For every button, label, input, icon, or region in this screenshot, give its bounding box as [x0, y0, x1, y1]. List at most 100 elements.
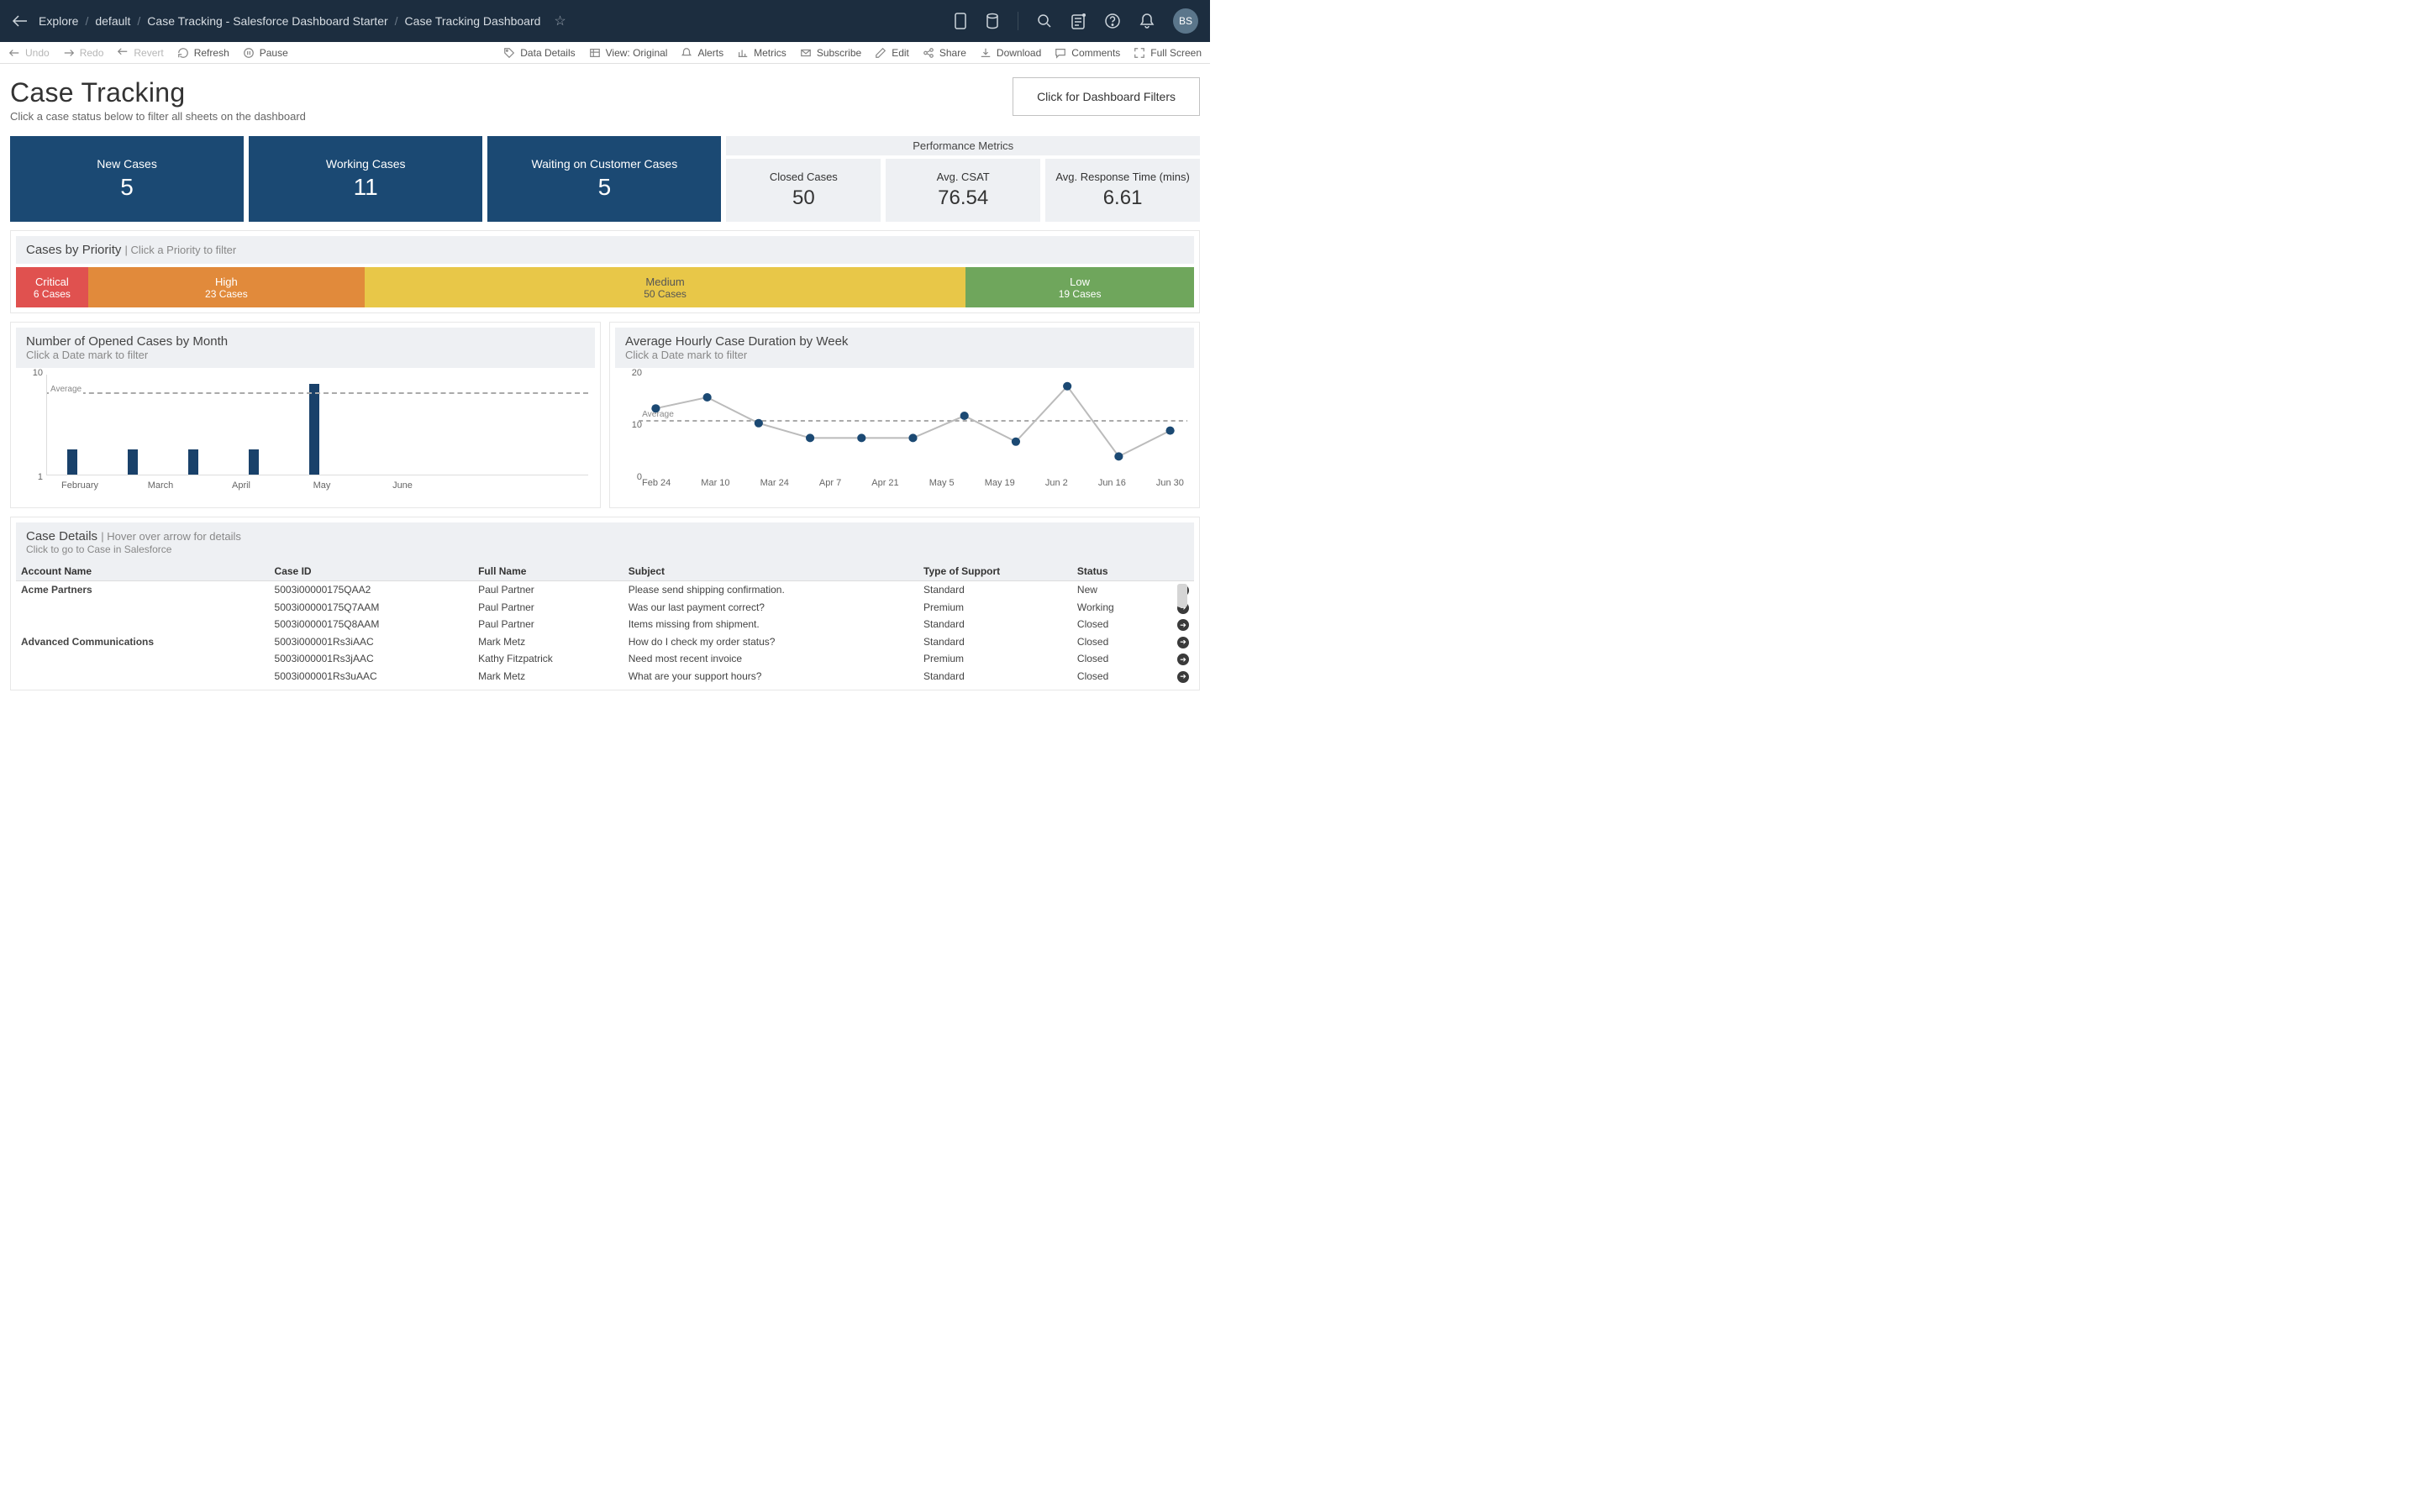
- list-icon[interactable]: [1071, 13, 1086, 29]
- table-row[interactable]: 5003i000001Rs3uAACMark MetzWhat are your…: [16, 668, 1194, 685]
- scrollbar-thumb[interactable]: [1177, 584, 1187, 607]
- edit-button[interactable]: Edit: [875, 47, 909, 59]
- back-button[interactable]: [12, 14, 29, 28]
- bar-February[interactable]: [67, 449, 77, 475]
- table-row[interactable]: 5003i00000175Q7AAMPaul PartnerWas our la…: [16, 599, 1194, 617]
- line-point[interactable]: [1165, 427, 1174, 435]
- metric-label: Closed Cases: [770, 171, 838, 183]
- help-icon[interactable]: [1104, 13, 1121, 29]
- revert-button[interactable]: Revert: [117, 47, 163, 59]
- case-details-panel: Case Details | Hover over arrow for deta…: [10, 517, 1200, 690]
- arrow-right-icon[interactable]: ➔: [1177, 619, 1189, 631]
- redo-icon: [63, 47, 75, 59]
- dashboard-filters-button[interactable]: Click for Dashboard Filters: [1013, 77, 1200, 116]
- crumb-default[interactable]: default: [95, 14, 130, 28]
- refresh-button[interactable]: Refresh: [177, 47, 229, 59]
- priority-low[interactable]: Low19 Cases: [965, 267, 1194, 307]
- tag-icon: [503, 47, 515, 59]
- line-point[interactable]: [651, 404, 660, 412]
- table-row[interactable]: 5003i00000175Q8AAMPaul PartnerItems miss…: [16, 616, 1194, 633]
- line-point[interactable]: [1012, 438, 1020, 446]
- priority-high[interactable]: High23 Cases: [88, 267, 365, 307]
- metric-value: 6.61: [1103, 186, 1143, 210]
- comment-icon: [1055, 47, 1066, 59]
- chart-hint: Click a Date mark to filter: [26, 349, 585, 361]
- data-details-button[interactable]: Data Details: [503, 47, 575, 59]
- col-header[interactable]: Type of Support: [918, 562, 1072, 581]
- download-icon: [980, 47, 992, 59]
- device-icon[interactable]: [954, 12, 967, 30]
- view-icon: [589, 47, 601, 59]
- status-card-new[interactable]: New Cases 5: [10, 136, 244, 222]
- month-chart-panel: Number of Opened Cases by Month Click a …: [10, 322, 601, 508]
- bell-icon[interactable]: [1139, 13, 1155, 29]
- arrow-right-icon[interactable]: ➔: [1177, 671, 1189, 683]
- col-header[interactable]: Full Name: [473, 562, 623, 581]
- priority-medium[interactable]: Medium50 Cases: [365, 267, 965, 307]
- fullscreen-button[interactable]: Full Screen: [1134, 47, 1202, 59]
- priority-critical[interactable]: Critical6 Cases: [16, 267, 88, 307]
- page-subtitle: Click a case status below to filter all …: [10, 110, 306, 123]
- metric-label: Avg. Response Time (mins): [1055, 171, 1189, 183]
- toolbar: Undo Redo Revert Refresh Pause Data Deta…: [0, 42, 1210, 64]
- col-header[interactable]: Subject: [623, 562, 918, 581]
- status-card-waiting[interactable]: Waiting on Customer Cases 5: [487, 136, 721, 222]
- line-point[interactable]: [908, 433, 917, 442]
- pause-icon: [243, 47, 255, 59]
- undo-button[interactable]: Undo: [8, 47, 50, 59]
- metric-value: 76.54: [938, 186, 988, 210]
- status-card-working[interactable]: Working Cases 11: [249, 136, 482, 222]
- line-point[interactable]: [703, 393, 712, 402]
- line-chart[interactable]: 20100 Average Feb 24Mar 10Mar 24Apr 7Apr…: [615, 368, 1194, 502]
- search-icon[interactable]: [1037, 13, 1052, 29]
- metric-card-closed[interactable]: Closed Cases 50: [726, 159, 881, 222]
- bar-March[interactable]: [128, 449, 138, 475]
- download-button[interactable]: Download: [980, 47, 1041, 59]
- bar-chart[interactable]: 101 Average FebruaryMarchAprilMayJune: [16, 368, 595, 502]
- redo-button[interactable]: Redo: [63, 47, 104, 59]
- chart-hint: Click a Date mark to filter: [625, 349, 1184, 361]
- table-row[interactable]: 5003i000001Rs3jAACKathy FitzpatrickNeed …: [16, 650, 1194, 668]
- line-point[interactable]: [755, 419, 763, 428]
- priority-header: Cases by Priority | Click a Priority to …: [16, 236, 1194, 264]
- pause-button[interactable]: Pause: [243, 47, 288, 59]
- status-card-value: 5: [598, 174, 612, 201]
- crumb-explore[interactable]: Explore: [39, 14, 78, 28]
- view-button[interactable]: View: Original: [589, 47, 668, 59]
- crumb-workbook[interactable]: Case Tracking - Salesforce Dashboard Sta…: [147, 14, 387, 28]
- line-point[interactable]: [960, 412, 969, 420]
- subscribe-button[interactable]: Subscribe: [800, 47, 861, 59]
- chart-title: Number of Opened Cases by Month: [26, 334, 585, 349]
- bar-April[interactable]: [188, 449, 198, 475]
- week-chart-panel: Average Hourly Case Duration by Week Cli…: [609, 322, 1200, 508]
- avatar[interactable]: BS: [1173, 8, 1198, 34]
- undo-icon: [8, 47, 20, 59]
- col-header[interactable]: Status: [1072, 562, 1155, 581]
- col-header[interactable]: Case ID: [270, 562, 474, 581]
- avatar-initials: BS: [1179, 15, 1192, 27]
- line-point[interactable]: [1063, 382, 1071, 391]
- metric-card-csat[interactable]: Avg. CSAT 76.54: [886, 159, 1040, 222]
- comments-button[interactable]: Comments: [1055, 47, 1120, 59]
- col-header[interactable]: Account Name: [16, 562, 270, 581]
- metric-card-response[interactable]: Avg. Response Time (mins) 6.61: [1045, 159, 1200, 222]
- share-icon: [923, 47, 934, 59]
- line-point[interactable]: [857, 433, 865, 442]
- favorite-star-icon[interactable]: ☆: [554, 13, 566, 29]
- table-row[interactable]: Advanced Communications5003i000001Rs3iAA…: [16, 633, 1194, 651]
- arrow-right-icon[interactable]: ➔: [1177, 654, 1189, 665]
- share-button[interactable]: Share: [923, 47, 966, 59]
- status-card-label: Waiting on Customer Cases: [531, 157, 677, 171]
- bar-June[interactable]: [309, 384, 319, 475]
- bar-May[interactable]: [249, 449, 259, 475]
- datasource-icon[interactable]: [986, 13, 999, 29]
- line-point[interactable]: [1114, 452, 1123, 460]
- alerts-button[interactable]: Alerts: [681, 47, 723, 59]
- line-point[interactable]: [806, 433, 814, 442]
- arrow-right-icon[interactable]: ➔: [1177, 637, 1189, 648]
- priority-panel: Cases by Priority | Click a Priority to …: [10, 230, 1200, 313]
- metrics-button[interactable]: Metrics: [737, 47, 786, 59]
- revert-icon: [117, 47, 129, 59]
- status-card-value: 11: [354, 174, 378, 201]
- table-row[interactable]: Acme Partners5003i00000175QAA2Paul Partn…: [16, 581, 1194, 599]
